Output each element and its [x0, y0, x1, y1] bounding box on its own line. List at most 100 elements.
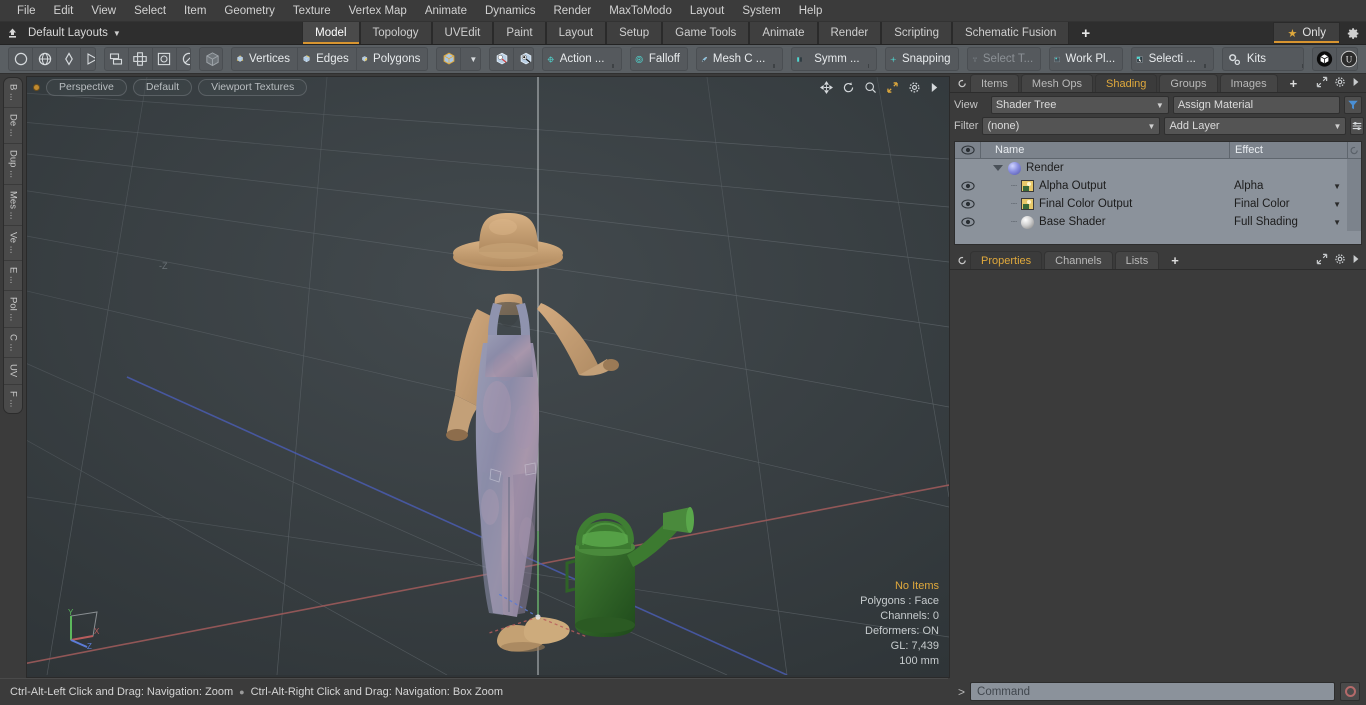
- menu-item-view[interactable]: View: [82, 0, 125, 22]
- layout-selector[interactable]: Default Layouts ▼: [24, 22, 131, 44]
- tab-shading[interactable]: Shading: [1095, 74, 1158, 92]
- shader-row-effect[interactable]: Alpha ▼: [1229, 177, 1347, 195]
- tab-layout[interactable]: Layout: [545, 22, 607, 44]
- zoom-icon[interactable]: [864, 81, 877, 94]
- falloff-button[interactable]: Falloff: [631, 48, 686, 70]
- shader-row-effect[interactable]: Full Shading ▼: [1229, 213, 1347, 231]
- tab-items[interactable]: Items: [970, 74, 1019, 92]
- snap-cube-black-icon[interactable]: [514, 48, 533, 70]
- menu-item-select[interactable]: Select: [125, 0, 175, 22]
- left-tab-fur[interactable]: F ...: [4, 385, 22, 413]
- filter-dropdown[interactable]: (none) ▼: [982, 117, 1161, 135]
- table-row[interactable]: ┈ Final Color Output Final Color ▼: [955, 195, 1361, 213]
- table-row[interactable]: ┈ Base Shader Full Shading ▼: [955, 213, 1361, 231]
- pan-icon[interactable]: [820, 80, 833, 94]
- menu-item-dynamics[interactable]: Dynamics: [476, 0, 544, 22]
- tree-scrollbar[interactable]: [1347, 177, 1361, 195]
- shader-row-effect[interactable]: [1229, 159, 1347, 177]
- layout-settings-button[interactable]: [1340, 22, 1366, 44]
- tree-scrollbar[interactable]: [1347, 195, 1361, 213]
- tab-properties[interactable]: Properties: [970, 251, 1043, 269]
- work-plane-button[interactable]: Work Pl...: [1050, 48, 1122, 70]
- tab-uvedit[interactable]: UVEdit: [431, 22, 494, 44]
- popout-icon[interactable]: [1316, 253, 1328, 268]
- arrow-right-icon[interactable]: [1352, 254, 1360, 267]
- view-dropdown[interactable]: Shader Tree ▼: [990, 96, 1169, 114]
- tree-scrollbar[interactable]: [1347, 159, 1361, 177]
- 3d-viewport[interactable]: -Z Perspective Default Viewport Textures…: [26, 76, 950, 678]
- tree-scrollbar[interactable]: [1347, 213, 1361, 231]
- modo-cube-icon[interactable]: [1313, 48, 1338, 70]
- gear-icon[interactable]: [1334, 253, 1346, 268]
- tab-images[interactable]: Images: [1219, 74, 1278, 92]
- add-panel-tab-button[interactable]: +: [1280, 74, 1308, 92]
- items-cube-icon[interactable]: [437, 48, 462, 70]
- arrow-right-icon[interactable]: [1352, 77, 1360, 90]
- menu-item-render[interactable]: Render: [544, 0, 600, 22]
- cube-icon[interactable]: [200, 48, 221, 70]
- fullscreen-icon[interactable]: [886, 81, 899, 94]
- select-through-button[interactable]: Select T...: [968, 48, 1041, 70]
- menu-item-geometry[interactable]: Geometry: [215, 0, 284, 22]
- gear-icon[interactable]: [1334, 76, 1346, 91]
- mesh-constraint-button[interactable]: Mesh C ...: [697, 48, 782, 70]
- tab-mesh-ops[interactable]: Mesh Ops: [1020, 74, 1094, 92]
- home-layout-icon[interactable]: [0, 22, 24, 44]
- popout-icon[interactable]: [1316, 76, 1328, 91]
- add-layout-tab-button[interactable]: +: [1069, 22, 1102, 44]
- tab-animate[interactable]: Animate: [749, 22, 818, 44]
- tab-scripting[interactable]: Scripting: [881, 22, 952, 44]
- table-row[interactable]: Render: [955, 159, 1361, 177]
- menu-item-help[interactable]: Help: [790, 0, 832, 22]
- add-properties-tab-button[interactable]: +: [1161, 251, 1189, 269]
- globe-icon[interactable]: [33, 48, 57, 70]
- selection-set-button[interactable]: Selecti ...: [1132, 48, 1213, 70]
- tab-topology[interactable]: Topology: [359, 22, 432, 44]
- mirror-icon[interactable]: [105, 48, 129, 70]
- snap-cube-red-icon[interactable]: [490, 48, 515, 70]
- tab-render[interactable]: Render: [817, 22, 882, 44]
- arrow-right-icon[interactable]: [930, 82, 939, 93]
- menu-item-layout[interactable]: Layout: [681, 0, 734, 22]
- list-options-icon[interactable]: [1350, 117, 1365, 135]
- tree-corner-button[interactable]: [1347, 142, 1361, 158]
- unreal-engine-icon[interactable]: U: [1337, 48, 1357, 70]
- menu-item-maxtomodo[interactable]: MaxToModo: [600, 0, 681, 22]
- menu-item-file[interactable]: File: [8, 0, 45, 22]
- tab-schematic-fusion[interactable]: Schematic Fusion: [951, 22, 1070, 44]
- sphere-falloff-icon[interactable]: [177, 48, 191, 70]
- symmetry-button[interactable]: Symm ...: [792, 48, 876, 70]
- tab-channels[interactable]: Channels: [1044, 251, 1113, 269]
- snapping-button[interactable]: Snapping: [886, 48, 957, 70]
- only-button[interactable]: ★ Only: [1273, 22, 1340, 44]
- viewport-style-selector[interactable]: Default: [132, 78, 193, 96]
- left-tab-duplicate[interactable]: Dup ...: [4, 144, 22, 185]
- add-layer-dropdown[interactable]: Add Layer ▼: [1164, 117, 1347, 135]
- rotate-icon[interactable]: [842, 81, 855, 94]
- tab-groups[interactable]: Groups: [1159, 74, 1218, 92]
- menu-item-animate[interactable]: Animate: [416, 0, 476, 22]
- menu-item-texture[interactable]: Texture: [284, 0, 340, 22]
- shader-tree[interactable]: Name Effect Render ┈ Alpha Output Alpha …: [954, 141, 1362, 245]
- left-tab-uv[interactable]: UV: [4, 358, 22, 385]
- menu-item-item[interactable]: Item: [175, 0, 215, 22]
- selection-mode-edges[interactable]: Edges: [298, 48, 357, 70]
- expander-triangle-icon[interactable]: [993, 162, 1003, 174]
- gear-icon[interactable]: [908, 81, 921, 94]
- menu-item-vertex-map[interactable]: Vertex Map: [340, 0, 416, 22]
- left-tab-mesh[interactable]: Mes ...: [4, 185, 22, 227]
- kits-button[interactable]: Kits: [1223, 48, 1304, 70]
- viewport-projection-selector[interactable]: Perspective: [46, 78, 127, 96]
- circle-icon[interactable]: [9, 48, 33, 70]
- assign-material-field[interactable]: Assign Material: [1172, 96, 1340, 114]
- row-visibility-toggle[interactable]: [955, 195, 981, 213]
- tab-game-tools[interactable]: Game Tools: [662, 22, 750, 44]
- menu-item-system[interactable]: System: [733, 0, 789, 22]
- properties-panel-menu-icon[interactable]: [954, 251, 970, 269]
- pen-tool-icon[interactable]: [57, 48, 81, 70]
- menu-item-edit[interactable]: Edit: [45, 0, 83, 22]
- selection-mode-vertices[interactable]: Vertices: [232, 48, 298, 70]
- table-row[interactable]: ┈ Alpha Output Alpha ▼: [955, 177, 1361, 195]
- tab-paint[interactable]: Paint: [493, 22, 546, 44]
- tab-lists[interactable]: Lists: [1114, 251, 1160, 269]
